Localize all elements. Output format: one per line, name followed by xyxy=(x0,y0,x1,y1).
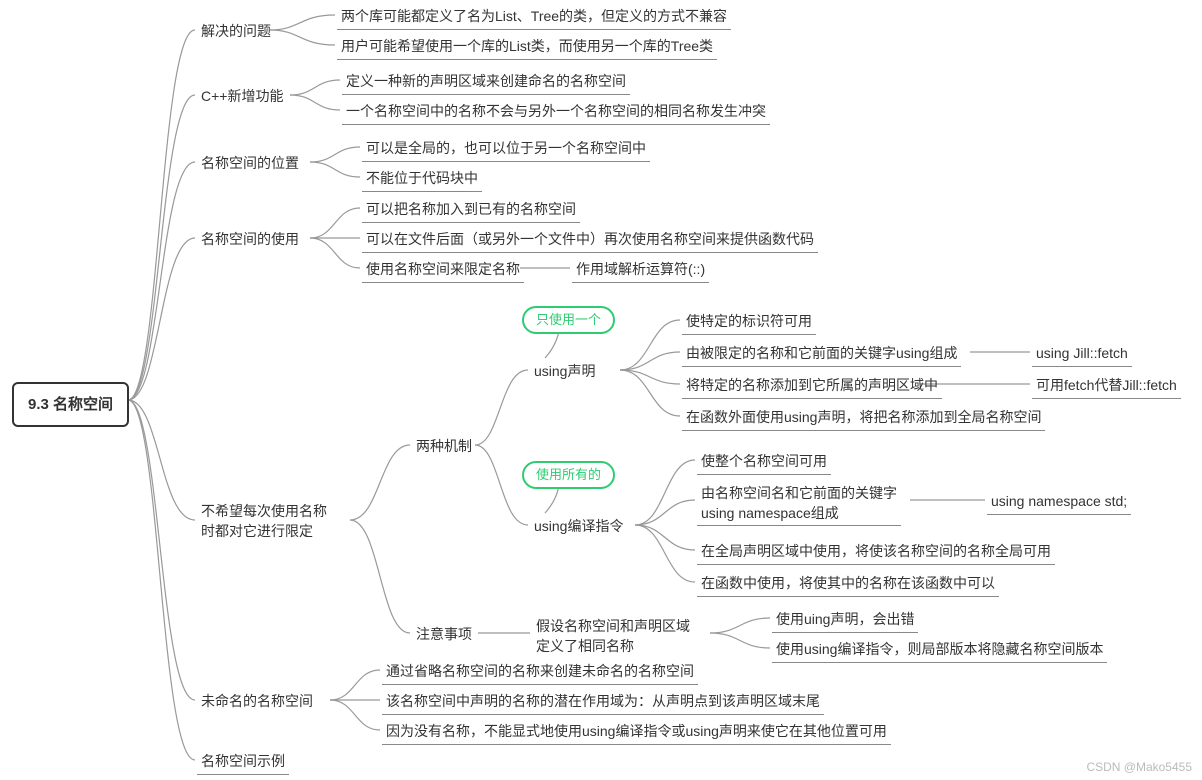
leaf-b3c1: 可以是全局的，也可以位于另一个名称空间中 xyxy=(362,137,650,162)
leaf-b6c3: 因为没有名称，不能显式地使用using编译指令或using声明来使它在其他位置可… xyxy=(382,720,891,745)
leaf-b4c1: 可以把名称加入到已有的名称空间 xyxy=(362,198,580,223)
branch-mechanisms[interactable]: 两种机制 xyxy=(412,435,476,459)
branch-unnamed[interactable]: 未命名的名称空间 xyxy=(197,690,317,714)
branch-problem[interactable]: 解决的问题 xyxy=(197,20,275,44)
leaf-decl-c2: 由被限定的名称和它前面的关键字using组成 xyxy=(682,342,961,367)
watermark: CSDN @Mako5455 xyxy=(1086,760,1192,774)
leaf-decl-c3b: 可用fetch代替Jill::fetch xyxy=(1032,374,1181,399)
branch-notes[interactable]: 注意事项 xyxy=(412,623,476,647)
leaf-dir-c2b: using namespace std; xyxy=(987,490,1131,515)
leaf-dir-c1: 使整个名称空间可用 xyxy=(697,450,831,475)
leaf-decl-c1: 使特定的标识符可用 xyxy=(682,310,816,335)
leaf-b2c2: 一个名称空间中的名称不会与另外一个名称空间的相同名称发生冲突 xyxy=(342,100,770,125)
branch-location[interactable]: 名称空间的位置 xyxy=(197,152,303,176)
leaf-decl-c4: 在函数外面使用using声明，将把名称添加到全局名称空间 xyxy=(682,406,1045,431)
branch-usage[interactable]: 名称空间的使用 xyxy=(197,228,303,252)
bubble-all: 使用所有的 xyxy=(522,461,615,489)
leaf-b4c2: 可以在文件后面（或另外一个文件中）再次使用名称空间来提供函数代码 xyxy=(362,228,818,253)
branch-example[interactable]: 名称空间示例 xyxy=(197,750,289,775)
leaf-dir-c3: 在全局声明区域中使用，将使该名称空间的名称全局可用 xyxy=(697,540,1055,565)
leaf-b4c3b: 作用域解析运算符(::) xyxy=(572,258,709,283)
bubble-single: 只使用一个 xyxy=(522,306,615,334)
leaf-decl-c3: 将特定的名称添加到它所属的声明区域中 xyxy=(682,374,942,399)
leaf-b6c2: 该名称空间中声明的名称的潜在作用域为：从声明点到该声明区域末尾 xyxy=(382,690,824,715)
branch-using-dir[interactable]: using编译指令 xyxy=(530,515,627,539)
leaf-note-c1: 假设名称空间和声明区域 定义了相同名称 xyxy=(532,615,694,658)
leaf-b1c2: 用户可能希望使用一个库的List类，而使用另一个库的Tree类 xyxy=(337,35,717,60)
leaf-b3c2: 不能位于代码块中 xyxy=(362,167,482,192)
leaf-note-c1a: 使用uing声明，会出错 xyxy=(772,608,918,633)
leaf-b1c1: 两个库可能都定义了名为List、Tree的类，但定义的方式不兼容 xyxy=(337,5,731,30)
branch-cpp-new[interactable]: C++新增功能 xyxy=(197,85,287,109)
leaf-note-c1b: 使用using编译指令，则局部版本将隐藏名称空间版本 xyxy=(772,638,1107,663)
root-node[interactable]: 9.3 名称空间 xyxy=(12,382,129,427)
branch-no-qualify[interactable]: 不希望每次使用名称 时都对它进行限定 xyxy=(197,500,331,543)
branch-using-decl[interactable]: using声明 xyxy=(530,360,599,384)
leaf-decl-c2b: using Jill::fetch xyxy=(1032,342,1132,367)
leaf-dir-c4: 在函数中使用，将使其中的名称在该函数中可以 xyxy=(697,572,999,597)
leaf-b6c1: 通过省略名称空间的名称来创建未命名的名称空间 xyxy=(382,660,698,685)
leaf-b4c3: 使用名称空间来限定名称 xyxy=(362,258,524,283)
leaf-dir-c2: 由名称空间名和它前面的关键字 using namespace组成 xyxy=(697,482,901,526)
leaf-b2c1: 定义一种新的声明区域来创建命名的名称空间 xyxy=(342,70,630,95)
